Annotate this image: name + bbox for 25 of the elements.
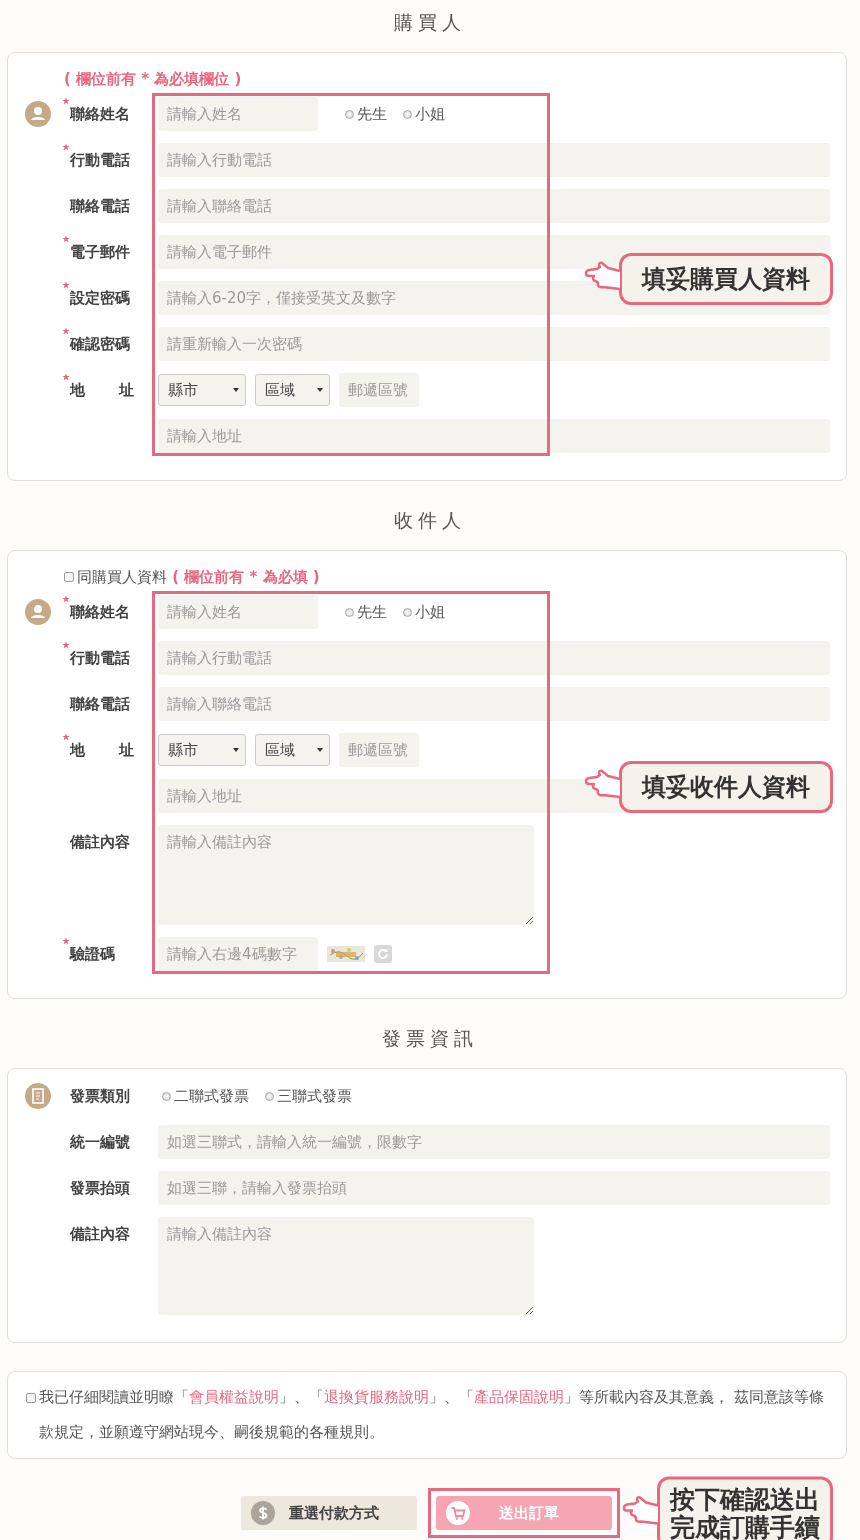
section-title: 購買人 xyxy=(393,10,467,35)
field-label: 確認密碼 xyxy=(70,334,131,355)
callout-text: 完成訂購手續 xyxy=(670,1513,820,1540)
field-label: 行動電話 xyxy=(70,648,131,669)
callout-text: 按下確認送出 xyxy=(670,1485,820,1513)
field-label: 備註內容 xyxy=(70,832,131,853)
field-label: 聯絡姓名 xyxy=(70,602,131,623)
field-label: 發票抬頭 xyxy=(70,1178,131,1199)
field-label: 設定密碼 xyxy=(70,288,131,309)
field-label: 行動電話 xyxy=(70,150,131,171)
field-label: 驗證碼 xyxy=(70,944,116,965)
field-label: 聯絡電話 xyxy=(70,196,131,217)
field-label: 電子郵件 xyxy=(70,242,131,263)
required-note: ( 欄位前有 * 為必填欄位 ) xyxy=(64,69,242,90)
field-label: 備註內容 xyxy=(70,1224,131,1245)
field-label: 發票類別 xyxy=(70,1086,131,1107)
field-label: 聯絡電話 xyxy=(70,694,131,715)
section-title: 發票資訊 xyxy=(381,1026,479,1051)
field-label: 統一編號 xyxy=(70,1132,131,1153)
field-label: 地址 xyxy=(70,380,134,401)
section-title: 收件人 xyxy=(393,508,467,533)
required-note: ( 欄位前有 * 為必填 ) xyxy=(171,567,320,588)
field-label: 聯絡姓名 xyxy=(70,104,131,125)
field-label: 地址 xyxy=(70,740,134,761)
agreement-text: 我已仔細閱讀並明瞭「會員權益說明」、「退換貨服務說明」、「產品保固說明」等所載內容及其意義， 茲同意該等條款規定，並願遵守網站現今、嗣後規範的各種規則。 xyxy=(39,1388,825,1442)
